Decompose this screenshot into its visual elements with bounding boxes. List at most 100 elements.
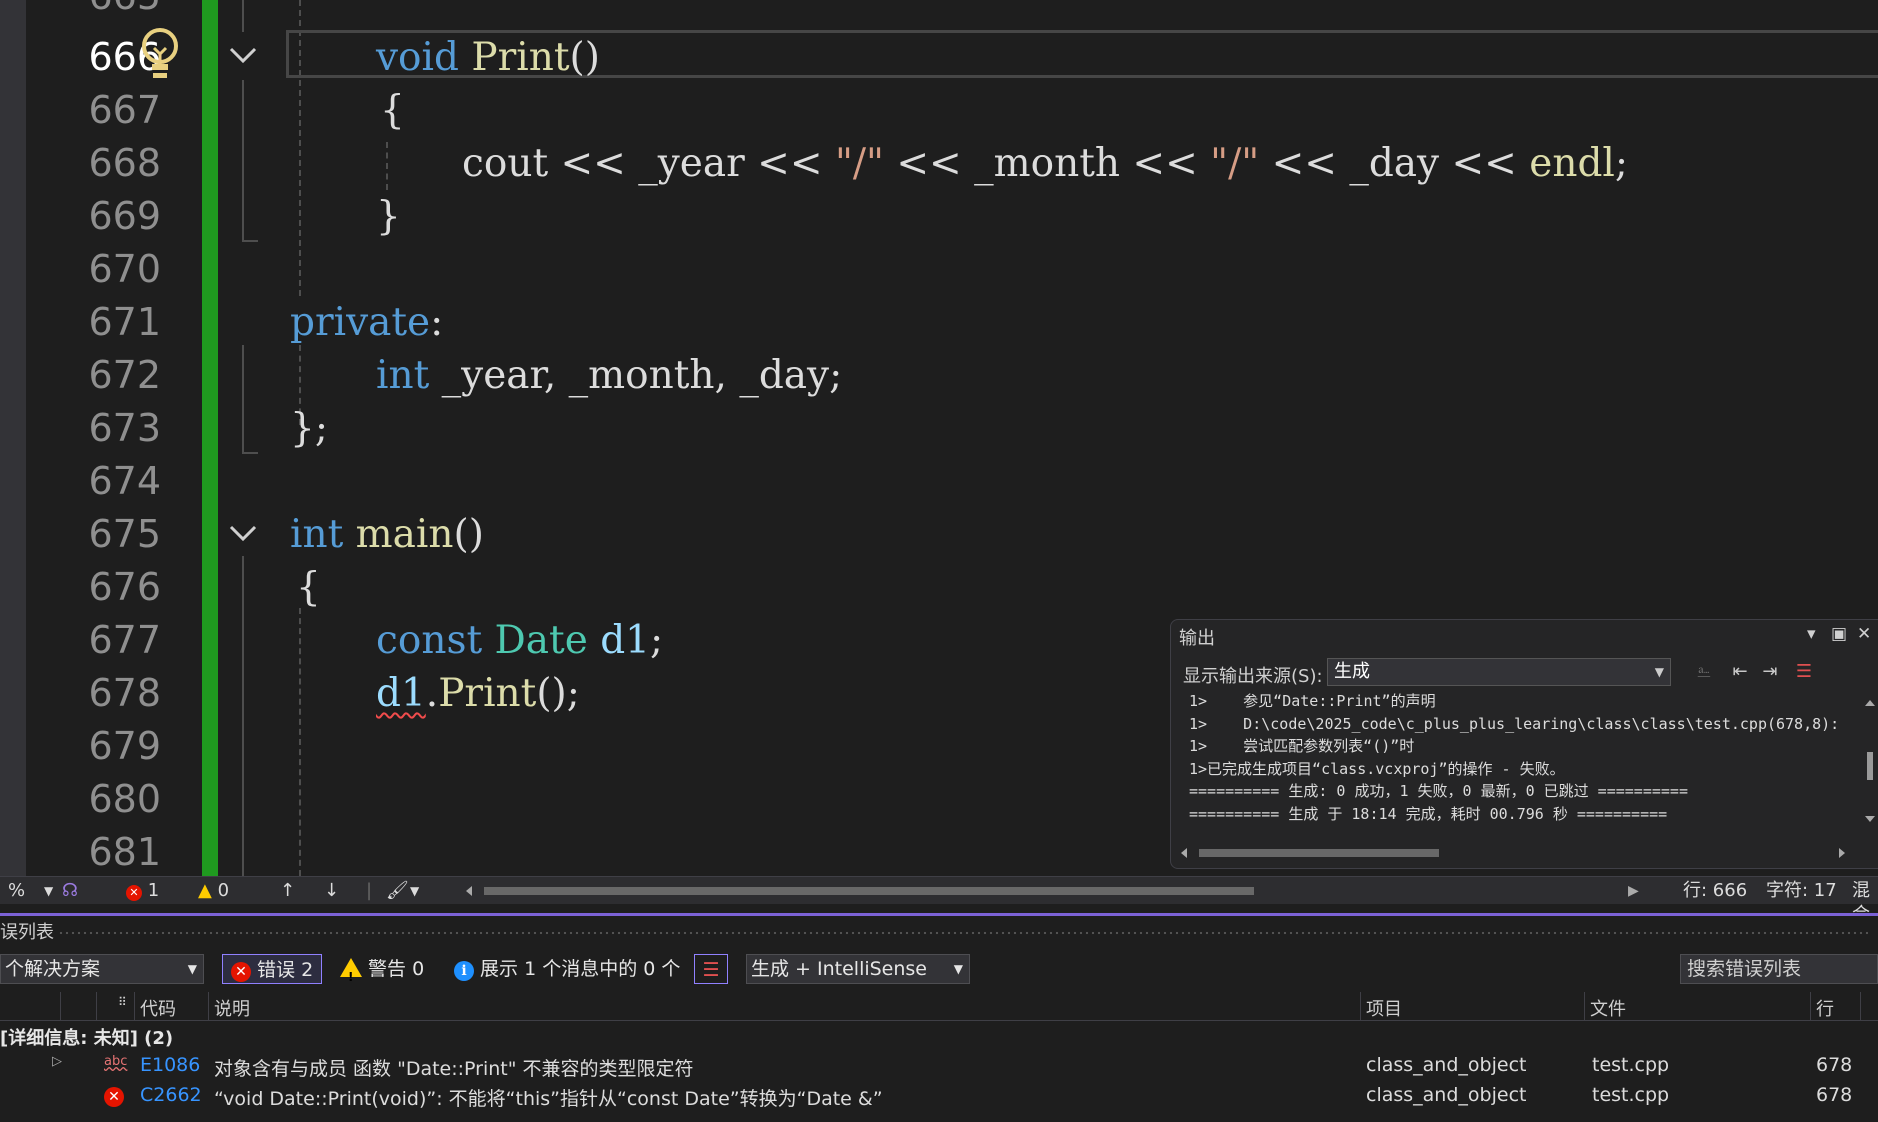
column-header-file[interactable]: 文件: [1590, 995, 1626, 1021]
error-count: 1: [147, 880, 160, 901]
chevron-down-icon: ▼: [953, 962, 963, 976]
filter-toggle-icon[interactable]: ☰: [694, 954, 728, 984]
error-code-link[interactable]: E1086: [140, 1054, 200, 1076]
code-line-668[interactable]: cout << _year << "/" << _month << "/" <<…: [462, 137, 1628, 190]
output-source-select[interactable]: 生成 ▼: [1327, 658, 1671, 686]
code-token: endl: [1529, 141, 1615, 186]
chevron-down-icon[interactable]: ▼: [44, 879, 53, 903]
code-line-669[interactable]: }: [376, 190, 401, 243]
brush-icon[interactable]: 🖌: [386, 879, 409, 903]
warning-count-indicator[interactable]: ▲ 0: [198, 879, 229, 903]
error-description: “void Date::Print(void)”: 不能将“this”指针从“c…: [214, 1088, 883, 1110]
errors-filter-button[interactable]: ✕ 错误 2: [222, 954, 323, 984]
error-line: 678: [1816, 1084, 1853, 1106]
punctuation: (): [569, 35, 600, 80]
output-vertical-scrollbar[interactable]: [1859, 692, 1878, 832]
expand-icon[interactable]: ▷: [52, 1054, 62, 1069]
punctuation: (): [453, 512, 484, 557]
code-line-675[interactable]: int main(): [290, 508, 484, 561]
warning-icon: ▲: [198, 880, 212, 901]
sort-icon[interactable]: ⠿: [118, 995, 127, 1009]
code-line-677[interactable]: const Date d1;: [376, 614, 663, 667]
error-icon: ✕: [104, 1084, 124, 1107]
output-line: 1>已完成生成项目“class.vcxproj”的操作 - 失败。: [1189, 759, 1565, 778]
output-line: 1> D:\code\2025_code\c_plus_plus_learing…: [1189, 714, 1840, 733]
error-row[interactable]: ✕ C2662 “void Date::Print(void)”: 不能将“th…: [0, 1082, 1878, 1110]
dropdown-icon[interactable]: ▾: [1807, 624, 1816, 644]
error-list-header: ⠿ 代码 说明 项目 文件 行: [0, 992, 1878, 1021]
fold-guide: [242, 556, 244, 876]
line-number: 672: [88, 353, 161, 397]
column-header-project[interactable]: 项目: [1366, 995, 1402, 1021]
arrow-up-icon[interactable]: ↑: [280, 879, 295, 903]
previous-message-icon[interactable]: ⇤: [1727, 658, 1753, 686]
line-number: 679: [88, 724, 161, 768]
output-horizontal-scrollbar[interactable]: [1179, 846, 1847, 860]
error-row[interactable]: ▷ abc E1086 对象含有与成员 函数 "Date::Print" 不兼容…: [0, 1052, 1878, 1080]
error-icon: ✕: [126, 885, 142, 901]
chevron-down-icon[interactable]: ▼: [410, 879, 419, 903]
output-line: ========== 生成 于 18:14 完成，耗时 00.796 秒 ===…: [1189, 804, 1668, 823]
title-grip[interactable]: [58, 930, 1868, 936]
fold-guide: [242, 0, 244, 32]
code-line-678[interactable]: d1.Print();: [376, 667, 580, 720]
error-file: test.cpp: [1592, 1084, 1670, 1106]
fold-guide: [242, 80, 244, 240]
error-code-link[interactable]: C2662: [140, 1084, 202, 1106]
error-list-title: 误列表: [0, 922, 54, 943]
function-name: main: [343, 512, 454, 557]
column-separator: [1810, 992, 1811, 1020]
type-name: Date: [482, 618, 588, 663]
messages-filter-label: 展示 1 个消息中的 0 个: [480, 958, 681, 980]
error-search-input[interactable]: 搜索错误列表: [1680, 954, 1878, 984]
error-group-header[interactable]: [详细信息: 未知] (2): [0, 1024, 173, 1050]
punctuation: :: [430, 300, 444, 345]
code-token: _day: [1349, 141, 1440, 186]
chevron-down-icon: ▼: [1654, 665, 1664, 679]
lightbulb-icon[interactable]: [138, 26, 182, 84]
code-token: <<: [1259, 141, 1350, 186]
line-number: 665: [66, 0, 161, 23]
build-filter-select[interactable]: 生成 + IntelliSense ▼: [746, 954, 970, 984]
code-line-673[interactable]: };: [290, 402, 328, 455]
copilot-icon[interactable]: ☊: [62, 879, 78, 903]
code-line-667[interactable]: {: [380, 84, 405, 137]
warnings-filter-button[interactable]: ! 警告 0: [340, 954, 424, 984]
output-text[interactable]: 1> 参见“Date::Print”的声明 1> D:\code\2025_co…: [1189, 690, 1859, 830]
build-filter-value: 生成 + IntelliSense: [751, 958, 928, 980]
collapse-chevron-icon[interactable]: [228, 44, 258, 68]
output-line: 1> 尝试匹配参数列表“()”时: [1189, 737, 1415, 755]
code-token: <<: [883, 141, 975, 186]
line-number: 673: [88, 406, 161, 450]
clear-all-icon[interactable]: ☰: [1791, 658, 1817, 686]
warning-count: 0: [217, 880, 230, 901]
next-message-icon[interactable]: ⇥: [1757, 658, 1783, 686]
scope-select[interactable]: 个解决方案 ▼: [0, 954, 204, 984]
error-list-panel[interactable]: 误列表 个解决方案 ▼ ✕ 错误 2 ! 警告 0 i 展示 1 个消息中的 0 …: [0, 916, 1878, 1122]
column-separator: [134, 992, 135, 1020]
warnings-filter-label: 警告 0: [368, 958, 425, 980]
error-count-indicator[interactable]: ✕ 1: [126, 879, 159, 903]
collapse-chevron-icon[interactable]: [228, 522, 258, 546]
output-line: 1> 参见“Date::Print”的声明: [1189, 692, 1436, 710]
code-line-676[interactable]: {: [296, 561, 321, 614]
column-separator: [96, 992, 97, 1020]
line-number: 681: [88, 830, 161, 874]
column-header-code[interactable]: 代码: [140, 995, 176, 1021]
column-header-description[interactable]: 说明: [214, 995, 250, 1021]
error-line: 678: [1816, 1054, 1853, 1076]
scroll-right-icon[interactable]: ▶: [1628, 879, 1639, 903]
close-icon[interactable]: ✕: [1857, 624, 1871, 644]
output-window[interactable]: 输出 ▾ ▣ ✕ 显示输出来源(S): 生成 ▼ ⎁ ⇤ ⇥ ☰ 1> 参见“Da…: [1170, 619, 1878, 869]
goto-line-icon[interactable]: ⎁: [1691, 658, 1717, 686]
code-line-666[interactable]: void Print(): [376, 31, 600, 84]
output-source-value: 生成: [1334, 661, 1370, 682]
messages-filter-button[interactable]: i 展示 1 个消息中的 0 个: [454, 954, 680, 984]
maximize-icon[interactable]: ▣: [1831, 624, 1847, 644]
column-header-line[interactable]: 行: [1816, 995, 1834, 1021]
zoom-level[interactable]: %: [8, 879, 25, 903]
arrow-down-icon[interactable]: ↓: [324, 879, 339, 903]
editor-horizontal-scrollbar[interactable]: [464, 884, 1624, 898]
code-line-671[interactable]: private:: [290, 296, 443, 349]
code-line-672[interactable]: int _year, _month, _day;: [376, 349, 842, 402]
